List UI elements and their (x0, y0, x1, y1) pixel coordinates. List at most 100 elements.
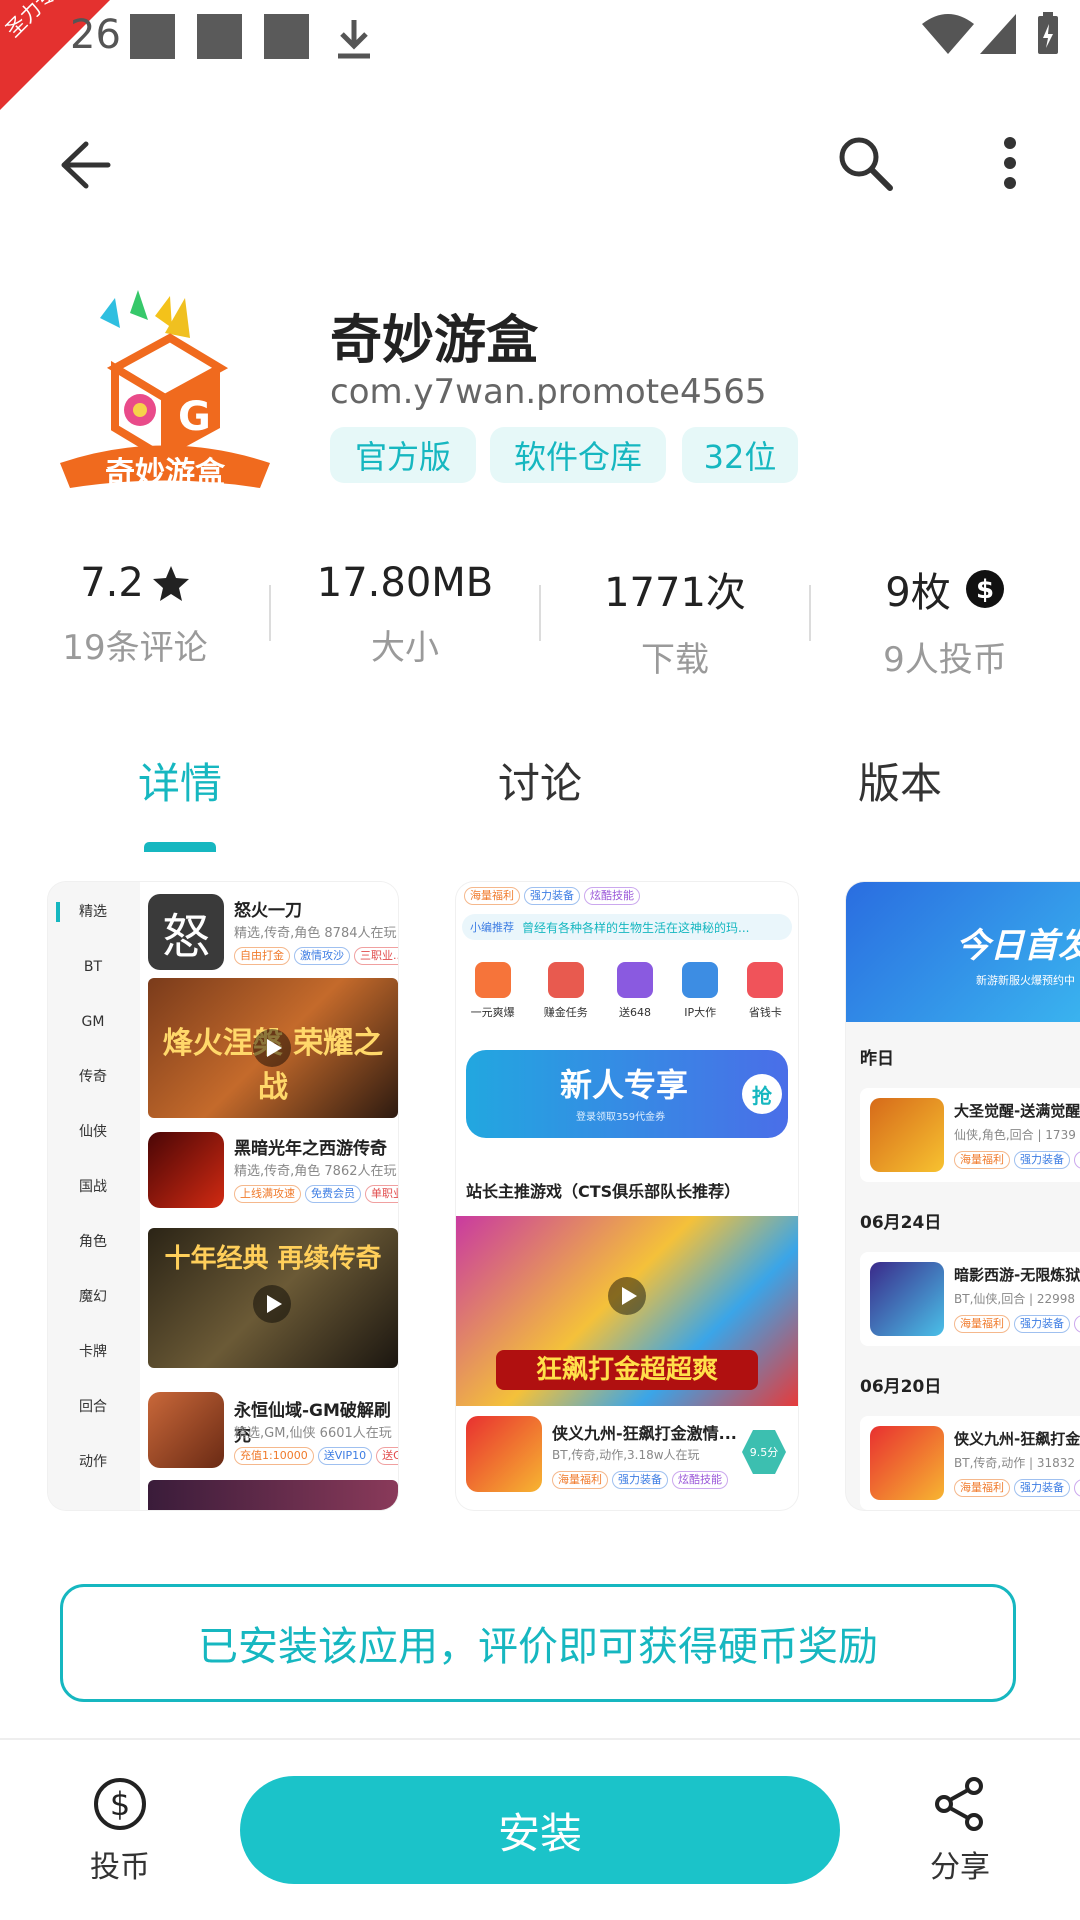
notification-icon (264, 14, 309, 59)
featured-game-video[interactable]: 狂飙打金超超爽 (456, 1216, 798, 1406)
svg-text:$: $ (110, 1785, 130, 1823)
game-meta: BT,仙侠,回合 | 22998 (954, 1292, 1076, 1306)
svg-text:$: $ (976, 575, 994, 605)
game-chips: 海量福利 强力装备 炫酷技能 (552, 1468, 732, 1489)
bottom-divider (0, 1738, 1080, 1740)
date-heading: 06月24日 (860, 1213, 942, 1233)
stat-rating[interactable]: 7.2 19条评论 (0, 560, 270, 680)
game-title: 暗影西游-无限炼狱 (954, 1266, 1080, 1284)
back-button[interactable] (50, 130, 120, 200)
banner-title: 新人专享 (560, 1066, 689, 1104)
chip: 三职业... (354, 947, 398, 965)
game-chips: 海量福利强力装备炫 (954, 1476, 1080, 1497)
top-chips: 海量福利 强力装备 炫酷技能 (464, 884, 644, 905)
notice-bar[interactable]: 小编推荐 曾经有各种各样的生物生活在这神秘的玛... (462, 914, 792, 940)
shortcut-item[interactable]: 赚金任务 (544, 956, 588, 1036)
tab-indicator (144, 842, 216, 852)
game-title: 黑暗光年之西游传奇 (234, 1139, 387, 1159)
newcomer-banner[interactable]: 新人专享 登录领取359代金券 抢 (466, 1050, 788, 1138)
category-item: 仙侠 (79, 1124, 107, 1140)
screenshot-2[interactable]: 海量福利 强力装备 炫酷技能 小编推荐 曾经有各种各样的生物生活在这神秘的玛... … (456, 882, 798, 1510)
tag-repository: 软件仓库 (490, 427, 666, 483)
card-icon (747, 962, 784, 998)
notification-icon (130, 14, 175, 59)
game-video-banner[interactable]: 烽火涅槃 荣耀之战 (148, 978, 398, 1118)
game-meta: BT,传奇,动作,3.18w人在玩 (552, 1448, 700, 1462)
svg-text:G: G (178, 394, 211, 440)
game-chips: 充值1:10000送VIP10送G... (234, 1444, 398, 1465)
category-item: 回合 (79, 1399, 107, 1415)
tab-details[interactable]: 详情 (80, 750, 280, 811)
search-button[interactable] (830, 128, 900, 198)
chip: 充值1:10000 (234, 1447, 314, 1465)
screenshot-3[interactable]: 今日首发 新游新服火爆预约中 昨日 大圣觉醒-送满觉醒 仙侠,角色,回合 | 1… (846, 882, 1080, 1510)
game-icon: 怒 (148, 894, 224, 970)
status-time: 26 (70, 12, 121, 58)
game-meta: BT,传奇,动作 | 31832 (954, 1456, 1076, 1470)
category-item: BT (83, 959, 103, 975)
banner-title: 今日首发 (956, 926, 1080, 966)
game-chips: 海量福利强力装备炫 (954, 1312, 1080, 1333)
chip: 自由打金 (234, 947, 290, 965)
coin-icon: $ (965, 570, 1004, 608)
battery-icon (1038, 12, 1058, 54)
gamepad-icon (682, 962, 719, 998)
release-item[interactable]: 暗影西游-无限炼狱 BT,仙侠,回合 | 22998 海量福利强力装备炫 (860, 1252, 1080, 1346)
shortcut-item[interactable]: 送648 (616, 956, 653, 1036)
game-icon (148, 1132, 224, 1208)
back-arrow-icon (61, 141, 111, 189)
shortcut-item[interactable]: IP大作 (682, 956, 719, 1036)
tab-discussion[interactable]: 讨论 (440, 750, 640, 811)
category-item: 国战 (79, 1179, 107, 1195)
chip: 激情攻沙 (294, 947, 350, 965)
game-video-banner[interactable]: 十年经典 再续传奇 (148, 1228, 398, 1368)
review-reward-button[interactable]: 已安装该应用，评价即可获得硬币奖励 (60, 1584, 1016, 1702)
shortcut-label: 省钱卡 (748, 1006, 782, 1019)
tab-versions[interactable]: 版本 (800, 750, 1000, 811)
chip: 海量福利 (954, 1479, 1010, 1497)
game-chips: 自由打金激情攻沙三职业... (234, 944, 398, 965)
game-title: 大圣觉醒-送满觉醒 (954, 1102, 1080, 1120)
coin-button[interactable]: $ 投币 (60, 1776, 180, 1886)
banner-text: 十年经典 再续传奇 (164, 1244, 382, 1274)
shortcut-item[interactable]: 一元爽爆 (471, 956, 515, 1036)
category-item: 魔幻 (79, 1289, 107, 1305)
chip: 强力装备 (524, 887, 580, 905)
search-icon (839, 137, 893, 191)
star-icon (152, 566, 189, 601)
game-chips: 上线满攻速免费会员单职业 (234, 1182, 398, 1203)
chip: 送VIP10 (317, 1447, 373, 1465)
status-bar: 圣力专测 26 (0, 0, 1080, 110)
stat-downloads: 1771次 下载 (540, 560, 810, 680)
more-options-button[interactable] (985, 128, 1035, 198)
game-meta: 精选,传奇,角色 8784人在玩 (234, 926, 397, 941)
chip: 免费会员 (305, 1185, 361, 1203)
coins-stack-icon (547, 962, 584, 998)
score-badge: 9.5分 (742, 1430, 786, 1474)
stat-coins[interactable]: 9枚 $ 9人投币 (810, 560, 1080, 680)
app-logo: G 奇妙游盒 (60, 288, 270, 498)
shortcut-item[interactable]: 省钱卡 (747, 956, 784, 1036)
notice-text: 曾经有各种各样的生物生活在这神秘的玛... (522, 920, 750, 935)
game-icon (148, 1392, 224, 1468)
rating-value: 7.2 (80, 560, 144, 606)
game-icon (870, 1098, 944, 1172)
coins-value: 9枚 (885, 570, 951, 616)
game-meta: 仙侠,角色,回合 | 1739 (954, 1128, 1076, 1142)
game-title: 侠义九州-狂飙打金 (954, 1430, 1080, 1448)
gift-box-icon (616, 962, 653, 998)
new-release-banner[interactable]: 今日首发 新游新服火爆预约中 (846, 882, 1080, 1022)
chip: 炫酷技能 (584, 887, 640, 905)
release-item[interactable]: 侠义九州-狂飙打金 BT,传奇,动作 | 31832 海量福利强力装备炫 (860, 1416, 1080, 1510)
install-button[interactable]: 安装 (240, 1776, 840, 1884)
claim-button[interactable]: 抢 (742, 1074, 782, 1114)
release-item[interactable]: 大圣觉醒-送满觉醒 仙侠,角色,回合 | 1739 海量福利强力装备炫 (860, 1088, 1080, 1182)
game-title: 怒火一刀 (234, 901, 302, 921)
category-item: 动作 (79, 1454, 107, 1470)
game-meta: 精选,GM,仙侠 6601人在玩 (234, 1426, 392, 1441)
category-item: 卡牌 (79, 1344, 107, 1360)
share-button[interactable]: 分享 (900, 1776, 1020, 1886)
category-item: 角色 (79, 1234, 107, 1250)
screenshot-1[interactable]: 精选 BT GM 传奇 仙侠 国战 角色 魔幻 卡牌 回合 动作 怒 怒火一刀 … (48, 882, 398, 1510)
chip: 炫酷技能 (672, 1471, 728, 1489)
